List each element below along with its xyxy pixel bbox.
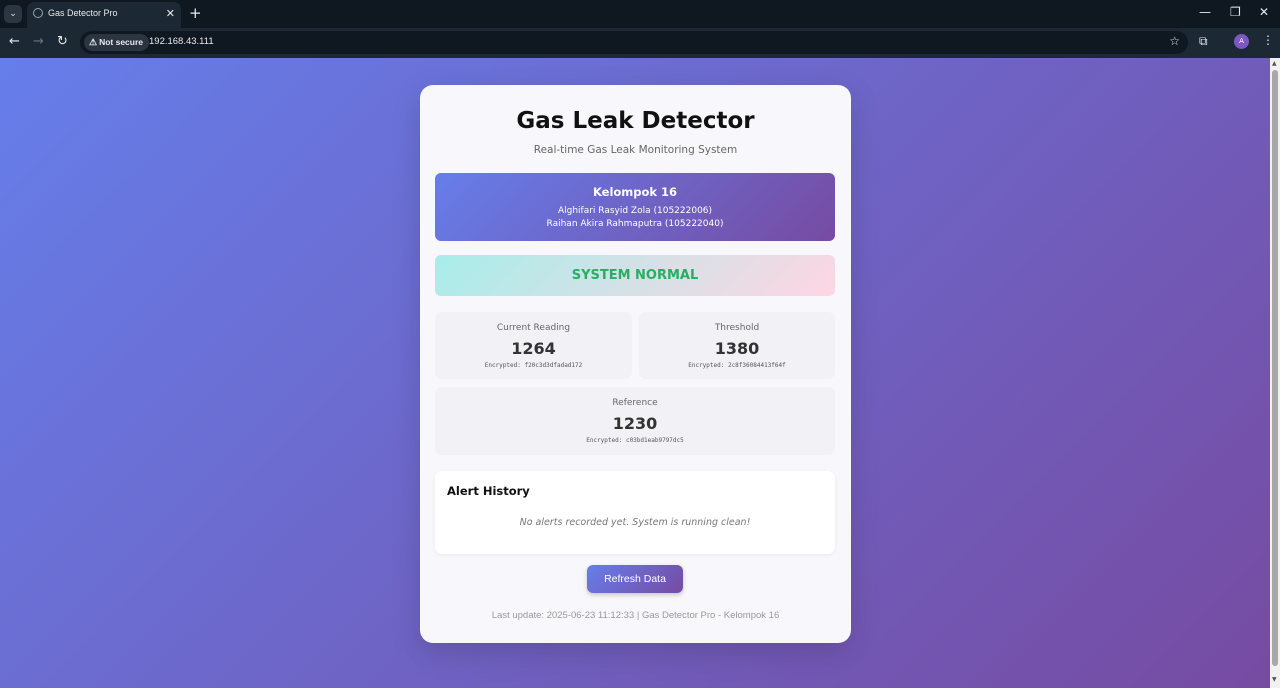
- metric-value: 1380: [714, 339, 760, 358]
- metric-label: Reference: [612, 398, 658, 408]
- group-info-box: Kelompok 16 Alghifari Rasyid Zola (10522…: [435, 173, 835, 241]
- security-label: Not secure: [99, 37, 144, 47]
- page-scrollbar[interactable]: ▲ ▼: [1270, 58, 1280, 688]
- scroll-up-icon[interactable]: ▲: [1272, 60, 1277, 67]
- minimize-icon[interactable]: —: [1199, 5, 1211, 19]
- new-tab-button[interactable]: +: [189, 4, 202, 22]
- system-status-banner: SYSTEM NORMAL: [435, 255, 835, 296]
- close-window-icon[interactable]: ✕: [1259, 5, 1269, 19]
- tab-title: Gas Detector Pro: [48, 8, 118, 18]
- scrollbar-thumb[interactable]: [1272, 70, 1278, 666]
- metric-encrypted: Encrypted: f20c3d3dfadad172: [484, 362, 583, 369]
- group-name: Kelompok 16: [592, 185, 678, 199]
- alert-history-panel: Alert History No alerts recorded yet. Sy…: [435, 471, 835, 554]
- close-tab-icon[interactable]: ✕: [166, 7, 175, 20]
- forward-icon[interactable]: →: [33, 34, 44, 49]
- url-text[interactable]: 192.168.43.111: [149, 36, 214, 47]
- reference-card: Reference 1230 Encrypted: c03bd1eab9797d…: [435, 387, 835, 455]
- bookmark-star-icon[interactable]: ☆: [1169, 34, 1180, 48]
- browser-tab[interactable]: Gas Detector Pro ✕: [27, 2, 181, 28]
- metric-value: 1264: [511, 339, 556, 358]
- refresh-data-button[interactable]: Refresh Data: [587, 565, 683, 593]
- metric-label: Threshold: [714, 323, 760, 333]
- last-update-footer: Last update: 2025-06-23 11:12:33 | Gas D…: [491, 610, 780, 621]
- address-bar[interactable]: ⚠ Not secure 192.168.43.111 ☆: [80, 31, 1188, 54]
- page-title: Gas Leak Detector: [516, 108, 755, 134]
- warning-icon: ⚠: [89, 37, 98, 47]
- reload-icon[interactable]: ↻: [57, 34, 68, 49]
- alert-history-title: Alert History: [447, 484, 530, 498]
- menu-kebab-icon[interactable]: ⋮: [1262, 33, 1274, 47]
- back-icon[interactable]: ←: [9, 34, 20, 49]
- metric-label: Current Reading: [496, 323, 571, 333]
- globe-icon: [33, 8, 43, 18]
- page-subtitle: Real-time Gas Leak Monitoring System: [533, 144, 738, 156]
- tab-bar: ⌄ Gas Detector Pro ✕ + — ❐ ✕: [0, 0, 1280, 28]
- metric-encrypted: Encrypted: 2c8f36084413f64f: [688, 362, 786, 369]
- metric-value: 1230: [612, 414, 658, 433]
- page-viewport: Gas Leak Detector Real-time Gas Leak Mon…: [0, 58, 1270, 688]
- browser-toolbar: ← → ↻ ⚠ Not secure 192.168.43.111 ☆ ⧉ A ⋮: [0, 28, 1280, 58]
- tab-search-button[interactable]: ⌄: [4, 5, 22, 23]
- dashboard-card: Gas Leak Detector Real-time Gas Leak Mon…: [420, 85, 851, 643]
- metric-encrypted: Encrypted: c03bd1eab9797dc5: [586, 437, 684, 444]
- profile-avatar[interactable]: A: [1234, 34, 1249, 49]
- group-member: Raihan Akira Rahmaputra (105222040): [546, 219, 724, 229]
- group-member: Alghifari Rasyid Zola (105222006): [557, 206, 713, 216]
- extensions-icon[interactable]: ⧉: [1199, 34, 1208, 49]
- security-chip[interactable]: ⚠ Not secure: [84, 34, 150, 51]
- restore-icon[interactable]: ❐: [1230, 5, 1241, 19]
- current-reading-card: Current Reading 1264 Encrypted: f20c3d3d…: [435, 312, 632, 379]
- alert-empty-message: No alerts recorded yet. System is runnin…: [519, 517, 751, 528]
- scroll-down-icon[interactable]: ▼: [1272, 676, 1277, 683]
- threshold-card: Threshold 1380 Encrypted: 2c8f36084413f6…: [639, 312, 835, 379]
